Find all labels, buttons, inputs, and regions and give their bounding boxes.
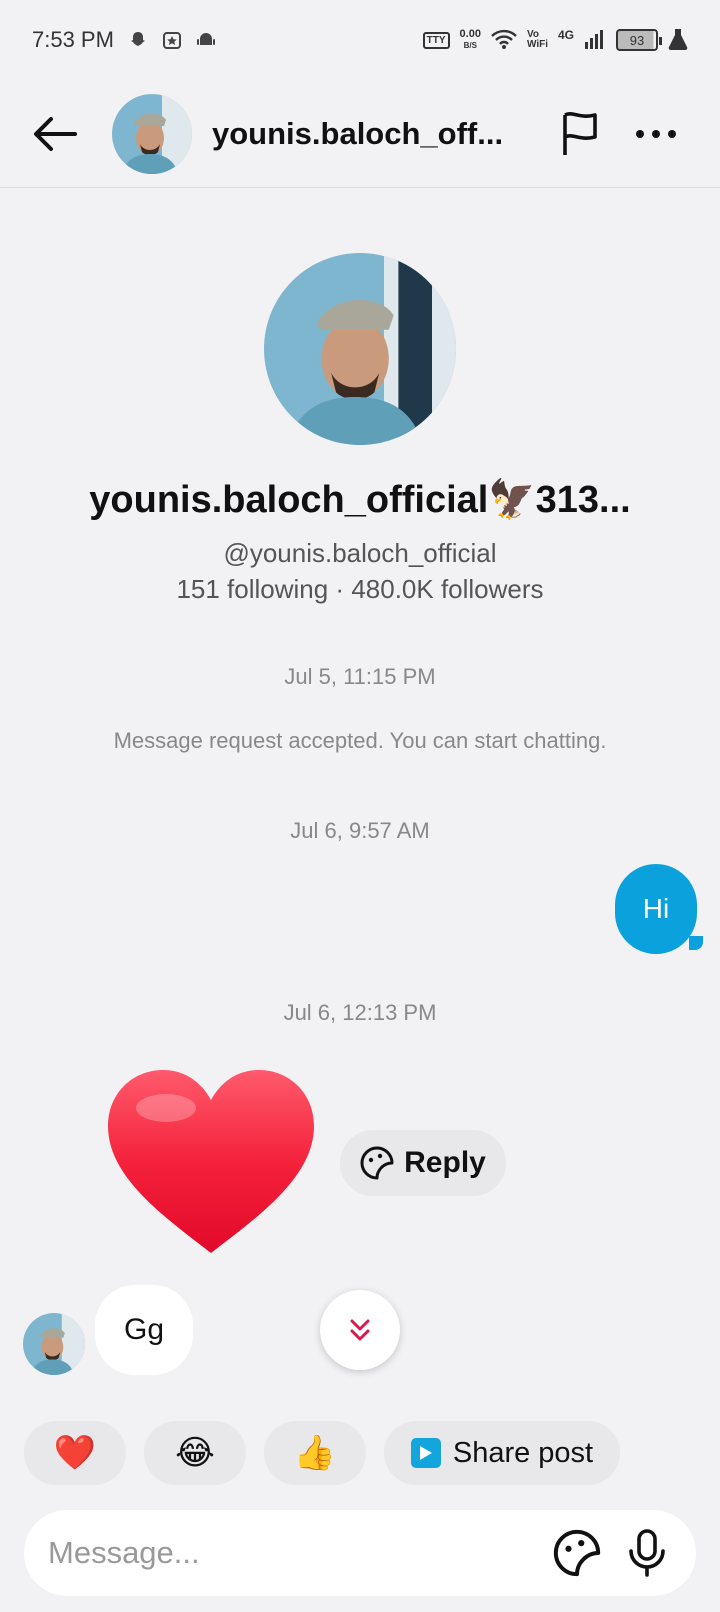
system-message: Message request accepted. You can start …	[113, 728, 607, 753]
quick-reply-thumbs-up[interactable]: 👍	[264, 1421, 366, 1485]
scroll-to-bottom-button[interactable]	[320, 1290, 400, 1370]
app-store-icon	[162, 30, 182, 50]
back-button[interactable]	[30, 109, 80, 159]
quick-reply-thumbs-emoji: 👍	[293, 1434, 337, 1472]
incoming-message-text: Gg	[123, 1313, 165, 1346]
battery-indicator: 93	[616, 29, 662, 51]
profile-name: younis.baloch_official🦅313...	[89, 479, 631, 521]
sticker-icon	[553, 1529, 601, 1577]
voice-message-button[interactable]	[622, 1528, 672, 1578]
status-left: 7:53 PM	[32, 27, 216, 53]
quick-reply-laugh[interactable]: 😂	[144, 1421, 246, 1485]
timestamp: Jul 5, 11:15 PM	[284, 664, 436, 689]
share-post-label: Share post	[452, 1436, 594, 1469]
quick-reply-row: ❤️ 😂 👍 Share post	[0, 1421, 720, 1485]
profile-avatar[interactable]	[264, 253, 456, 445]
vowifi-indicator: Vo WiFi	[527, 30, 548, 50]
reply-label: Reply	[404, 1146, 486, 1179]
message-input[interactable]	[48, 1535, 532, 1571]
quick-reply-heart-emoji: ❤️	[53, 1434, 97, 1472]
flag-icon	[563, 111, 597, 155]
report-button[interactable]	[557, 109, 603, 159]
outgoing-message-bubble[interactable]: Hi	[615, 864, 703, 954]
quick-reply-laugh-emoji: 😂	[175, 1434, 215, 1472]
chat-header: younis.baloch_off...	[0, 80, 720, 188]
status-bar: 7:53 PM TTY 0.00 B/S Vo WiFi 4G 93	[0, 0, 720, 80]
arrow-left-icon	[34, 116, 77, 151]
net-speed-unit: B/S	[463, 41, 477, 50]
net-speed-value: 0.00	[459, 28, 481, 40]
wifi-icon	[491, 29, 517, 52]
header-title[interactable]: younis.baloch_off...	[212, 116, 527, 152]
outgoing-message-text: Hi	[642, 893, 670, 924]
microphone-icon	[629, 1529, 665, 1577]
profile-stats: 151 following · 480.0K followers	[176, 574, 544, 604]
chevron-double-down-icon	[350, 1319, 370, 1341]
net-speed: 0.00 B/S	[460, 29, 481, 51]
network-type: 4G	[557, 27, 574, 42]
battery-level: 93	[629, 32, 645, 48]
profile-avatar-image	[264, 253, 456, 445]
quick-reply-heart[interactable]: ❤️	[24, 1421, 126, 1485]
vowifi-wifi: WiFi	[526, 39, 548, 50]
incoming-message-bubble[interactable]: Gg	[95, 1285, 193, 1375]
heart-message[interactable]	[106, 1068, 316, 1258]
share-play-icon	[410, 1438, 441, 1468]
header-avatar[interactable]	[112, 93, 192, 174]
profile-handle: @younis.baloch_official	[223, 538, 497, 568]
sticker-button[interactable]	[552, 1528, 602, 1578]
status-right: TTY 0.00 B/S Vo WiFi 4G 93	[422, 27, 688, 53]
share-post-chip[interactable]: Share post	[384, 1421, 620, 1485]
sticker-icon	[360, 1146, 394, 1180]
heart-icon	[108, 1070, 314, 1253]
android-icon	[196, 30, 216, 50]
signal-icon	[584, 28, 606, 53]
tty-indicator: TTY	[422, 31, 450, 49]
status-time: 7:53 PM	[32, 27, 114, 52]
timestamp: Jul 6, 9:57 AM	[290, 818, 430, 843]
more-options-button[interactable]	[631, 109, 681, 159]
more-horizontal-icon	[636, 129, 676, 138]
message-composer	[24, 1510, 696, 1596]
flask-icon	[668, 28, 688, 53]
timestamp: Jul 6, 12:13 PM	[283, 1000, 437, 1025]
reply-button[interactable]: Reply	[340, 1130, 506, 1196]
sender-avatar-image	[23, 1313, 85, 1375]
snapchat-icon	[128, 30, 148, 50]
sender-avatar[interactable]	[23, 1313, 85, 1375]
avatar-image	[112, 93, 192, 174]
